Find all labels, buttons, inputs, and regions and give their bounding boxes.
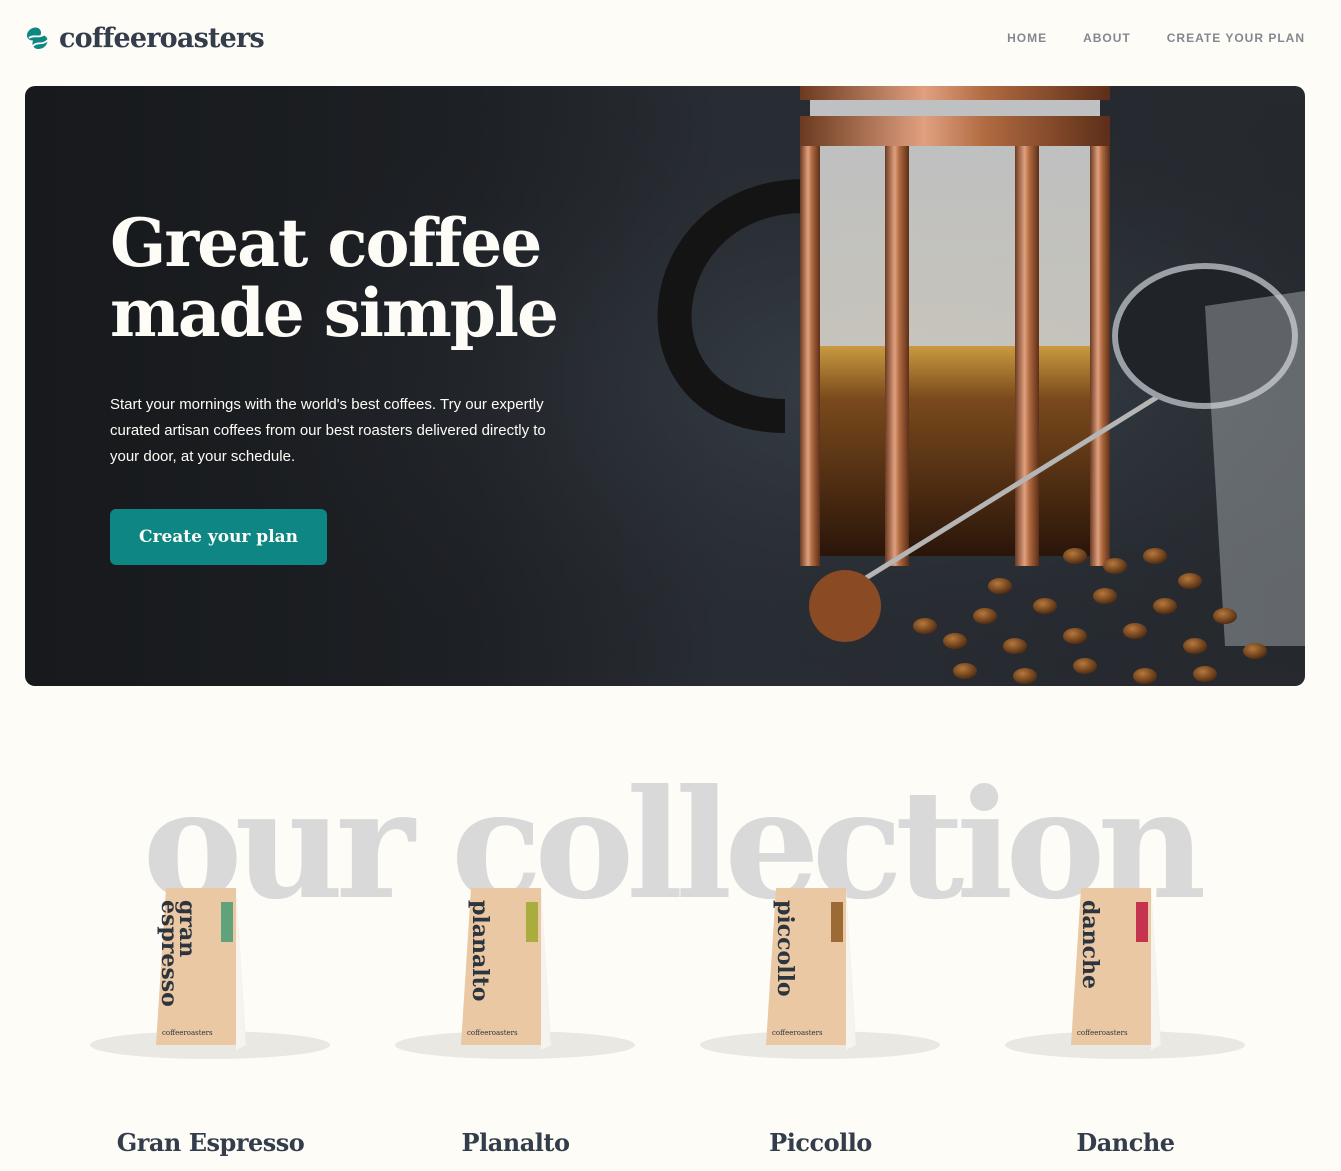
french-press-hero-image [25,86,1305,686]
bag-color-stripe [221,902,233,942]
site-header: coffeeroasters HOME ABOUT CREATE YOUR PL… [25,20,1305,56]
product-card[interactable]: planalto coffeeroasters Planalto [363,880,668,1170]
hero-title: Great coffee made simple [110,208,630,348]
bag-label-text-2: espresso [156,900,182,1007]
logo[interactable]: coffeeroasters [25,22,265,54]
bag-brand-text: coffeeroasters [772,1029,823,1037]
bag-brand-text: coffeeroasters [1077,1029,1128,1037]
create-plan-button[interactable]: Create your plan [110,509,327,565]
hero-title-line1: Great coffee [110,204,542,282]
coffee-bean-logo-icon [26,27,49,50]
coffee-bag-image: piccollo coffeeroasters [700,888,940,1059]
coffee-bag-image: planalto coffeeroasters [395,888,635,1059]
nav-create-plan[interactable]: CREATE YOUR PLAN [1167,31,1305,45]
product-name: Piccollo [769,1128,872,1157]
logo-text: coffeeroasters [59,22,265,54]
nav-about[interactable]: ABOUT [1083,31,1131,45]
coffee-bag-image: gran espresso coffeeroasters [90,888,330,1059]
hero-title-line2: made simple [110,274,559,352]
bag-label-text: danche [1077,900,1103,989]
bag-color-stripe [1136,902,1148,942]
product-list: gran espresso coffeeroasters Gran Espres… [58,880,1278,1170]
bag-color-stripe [831,902,843,942]
product-card[interactable]: piccollo coffeeroasters Piccollo [668,880,973,1170]
bag-brand-text: coffeeroasters [467,1029,518,1037]
bag-brand-text: coffeeroasters [162,1029,213,1037]
product-card[interactable]: gran espresso coffeeroasters Gran Espres… [58,880,363,1170]
bag-label-text: piccollo [772,900,798,997]
bag-color-stripe [526,902,538,942]
product-card[interactable]: danche coffeeroasters Danche [973,880,1278,1170]
main-nav: HOME ABOUT CREATE YOUR PLAN [1007,31,1305,45]
product-name: Gran Espresso [116,1128,305,1157]
hero-description: Start your mornings with the world's bes… [110,396,546,465]
product-name: Danche [1076,1128,1175,1157]
coffee-bag-image: danche coffeeroasters [1005,888,1245,1059]
bag-label-text: planalto [467,900,493,1001]
hero-section: Great coffee made simple Start your morn… [25,86,1305,686]
nav-home[interactable]: HOME [1007,31,1047,45]
product-name: Planalto [461,1128,570,1157]
